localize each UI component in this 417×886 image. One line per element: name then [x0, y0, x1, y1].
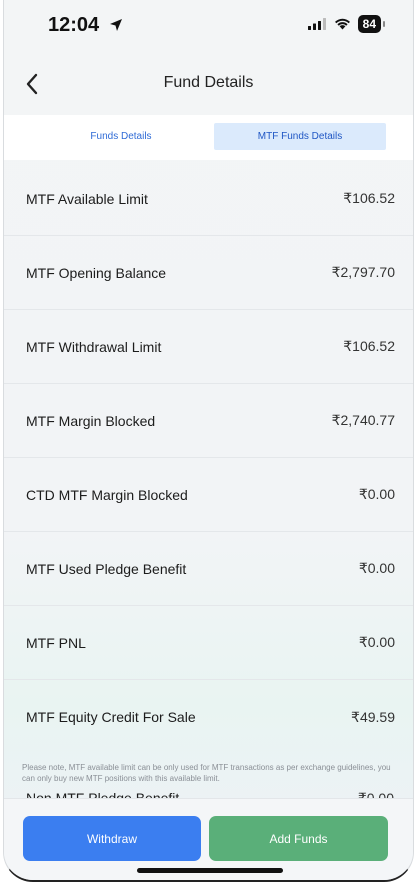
row-label: MTF Equity Credit For Sale — [26, 709, 196, 725]
fund-details-list: MTF Available Limit ₹106.52 MTF Opening … — [4, 162, 413, 754]
row-label: MTF Available Limit — [26, 190, 148, 207]
row-label: MTF Opening Balance — [26, 264, 167, 281]
row-value: ₹0.00 — [358, 560, 395, 576]
tab-mtf-funds-details[interactable]: MTF Funds Details — [214, 123, 386, 150]
row-value: ₹106.52 — [343, 338, 395, 354]
row-value: ₹0.00 — [358, 486, 395, 502]
wifi-icon — [334, 18, 350, 30]
phone-screen: 12:04 84 Fund Details Funds Details MTF … — [3, 0, 414, 882]
tab-funds-details[interactable]: Funds Details — [26, 123, 216, 150]
row-value: ₹106.52 — [343, 190, 395, 206]
row-value: ₹49.59 — [351, 708, 395, 725]
bottom-action-bar: Withdraw Add Funds — [4, 798, 413, 880]
cellular-signal-icon — [307, 18, 326, 30]
add-funds-button[interactable]: Add Funds — [209, 816, 388, 861]
list-item: MTF PNL ₹0.00 — [4, 606, 413, 680]
list-item: MTF Equity Credit For Sale ₹49.59 — [4, 680, 413, 754]
row-value: ₹2,740.77 — [331, 412, 395, 428]
list-item: MTF Margin Blocked ₹2,740.77 — [4, 384, 413, 458]
home-indicator[interactable] — [137, 868, 283, 873]
header: Fund Details — [4, 58, 413, 110]
list-item: CTD MTF Margin Blocked ₹0.00 — [4, 458, 413, 532]
row-label: MTF PNL — [26, 634, 86, 651]
row-label: MTF Withdrawal Limit — [26, 338, 162, 355]
status-time: 12:04 — [48, 14, 123, 37]
list-item: MTF Opening Balance ₹2,797.70 — [4, 236, 413, 310]
row-value: ₹2,797.70 — [331, 264, 395, 280]
status-bar: 12:04 84 — [4, 0, 413, 50]
row-label: MTF Used Pledge Benefit — [26, 560, 187, 577]
location-arrow-icon — [109, 19, 122, 31]
list-item: MTF Available Limit ₹106.52 — [4, 162, 413, 236]
row-label: CTD MTF Margin Blocked — [26, 486, 188, 503]
withdraw-button[interactable]: Withdraw — [23, 816, 201, 861]
battery-indicator: 84 — [357, 15, 386, 33]
list-item: MTF Withdrawal Limit ₹106.52 — [4, 310, 413, 384]
tab-bar: Funds Details MTF Funds Details — [4, 115, 413, 160]
time-text: 12:04 — [48, 14, 100, 36]
mtf-limit-note: Please note, MTF available limit can be … — [22, 763, 391, 783]
row-value: ₹0.00 — [358, 634, 395, 650]
status-icons: 84 — [307, 15, 386, 33]
row-label: MTF Margin Blocked — [26, 412, 156, 429]
page-title: Fund Details — [163, 74, 254, 91]
list-item: MTF Used Pledge Benefit ₹0.00 — [4, 532, 413, 606]
